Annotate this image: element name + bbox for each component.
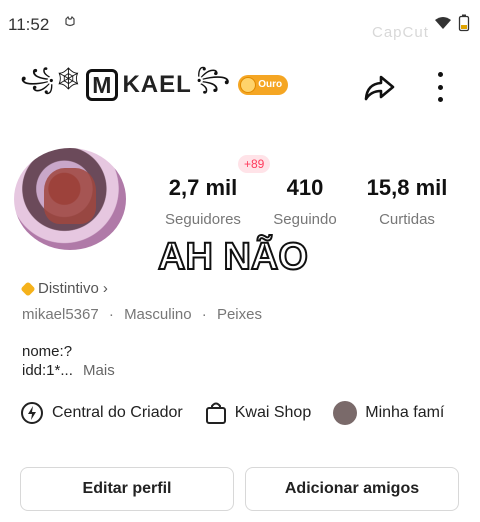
more-options-button[interactable] xyxy=(428,70,452,104)
bio-more-link[interactable]: Mais xyxy=(83,362,115,379)
bio: nome:? idd:1*... Mais xyxy=(22,342,115,380)
more-dot xyxy=(437,84,443,90)
likes-label: Curtidas xyxy=(379,211,435,228)
status-time: 11:52 xyxy=(8,15,50,34)
overlay-caption: AH NÃO xyxy=(157,235,309,279)
shortcuts-row: Central do Criador Kwai Shop Minha famí xyxy=(20,401,444,425)
hexagon-badge-icon xyxy=(20,280,36,297)
following-stat[interactable]: 410 Seguindo xyxy=(262,175,348,228)
creator-center-shortcut[interactable]: Central do Criador xyxy=(20,401,183,425)
gender: Masculino xyxy=(124,306,192,323)
avatar[interactable] xyxy=(14,148,126,250)
name-right-decoration: ꧂ xyxy=(195,66,231,91)
following-count: 410 xyxy=(286,175,324,200)
family-shortcut[interactable]: Minha famí xyxy=(333,401,444,425)
bolt-circle-icon xyxy=(21,402,43,424)
battery-icon xyxy=(458,14,470,37)
followers-count: 2,7 mil xyxy=(168,175,238,200)
chevron-right-icon: › xyxy=(102,280,108,297)
likes-count: 15,8 mil xyxy=(366,175,448,200)
new-followers-badge: +89 xyxy=(238,155,271,173)
followers-label: Seguidores xyxy=(165,211,241,228)
status-icons xyxy=(434,14,470,37)
username: mikael5367 xyxy=(22,306,99,323)
bio-line-1: nome:? xyxy=(22,343,73,360)
separator: · xyxy=(201,306,207,323)
name-left-decoration: ꧁🕸 xyxy=(20,66,83,91)
more-dot xyxy=(437,72,443,77)
distintivo-link[interactable]: Distintivo › xyxy=(20,280,108,297)
badge-label: Ouro xyxy=(258,79,283,90)
more-dot xyxy=(437,97,443,102)
shopping-bag-icon xyxy=(205,402,226,424)
level-badge[interactable]: Ouro xyxy=(238,74,289,95)
wifi-icon xyxy=(434,16,452,35)
add-friends-button[interactable]: Adicionar amigos xyxy=(245,467,459,511)
separator: · xyxy=(108,306,114,323)
zodiac-sign: Peixes xyxy=(216,306,262,323)
kwai-shop-shortcut[interactable]: Kwai Shop xyxy=(205,401,312,425)
shortcut-label: Central do Criador xyxy=(52,404,183,421)
likes-stat[interactable]: 15,8 mil Curtidas xyxy=(356,175,458,228)
following-label: Seguindo xyxy=(273,211,337,228)
share-icon xyxy=(364,75,395,101)
shortcut-label: Minha famí xyxy=(365,404,445,421)
edit-profile-button[interactable]: Editar perfil xyxy=(20,467,234,511)
name-boxed-letter: M xyxy=(86,68,119,101)
capcut-watermark: CapCut xyxy=(372,24,429,41)
cat-icon xyxy=(64,15,76,31)
shortcut-label: Kwai Shop xyxy=(234,404,312,421)
followers-stat[interactable]: 2,7 mil Seguidores xyxy=(148,175,258,228)
distintivo-label: Distintivo xyxy=(38,280,99,297)
coin-icon xyxy=(240,76,257,93)
bio-line-2: idd:1*... xyxy=(22,362,73,379)
share-button[interactable] xyxy=(362,70,396,104)
profile-meta: mikael5367 · Masculino · Peixes xyxy=(22,306,262,323)
profile-name: ꧁🕸 M KAEL ꧂ Ouro xyxy=(20,62,289,107)
family-avatar-icon xyxy=(333,401,358,425)
name-text: KAEL xyxy=(122,70,192,98)
avatar-figure xyxy=(44,168,96,224)
